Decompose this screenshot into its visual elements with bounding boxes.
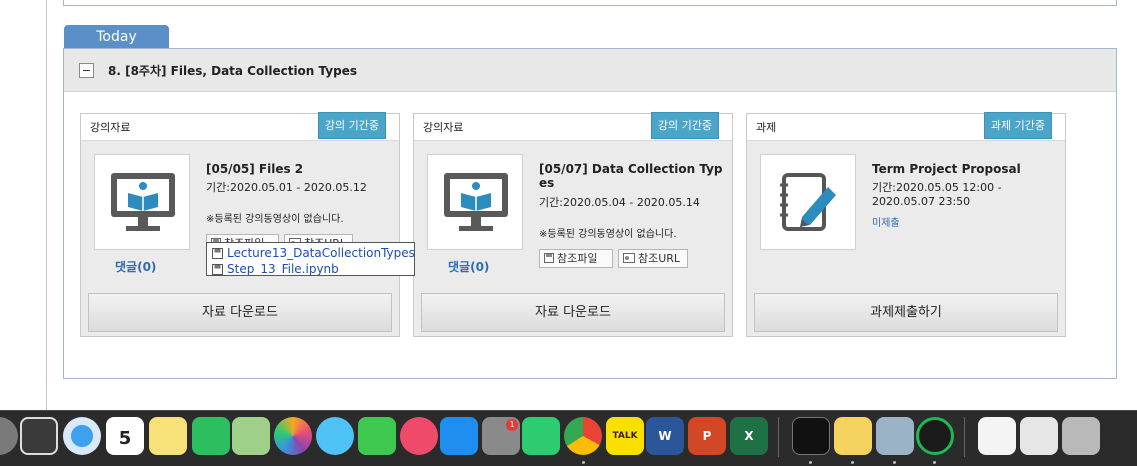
- no-video-note: ※등록된 강의동영상이 없습니다.: [206, 214, 344, 225]
- period-text: 기간:2020.05.04 - 2020.05.14: [539, 196, 700, 209]
- period-text: 기간:2020.05.05 12:00 - 2020.05.07 23:50: [872, 181, 1002, 208]
- dock-separator: [964, 417, 965, 457]
- word-icon[interactable]: W: [646, 417, 684, 455]
- lecture-thumbnail[interactable]: [427, 154, 523, 250]
- lecture-thumbnail[interactable]: [94, 154, 190, 250]
- period-text: 기간:2020.05.01 - 2020.05.12: [206, 181, 367, 194]
- talk-label: TALK: [612, 431, 638, 441]
- attachment-link[interactable]: Lecture13_DataCollectionTypes: [212, 246, 414, 262]
- comment-link[interactable]: 댓글(0): [115, 258, 156, 275]
- card-header: 강의자료 강의 기간중: [81, 112, 399, 141]
- file-icon: [212, 264, 223, 275]
- calendar-icon[interactable]: 5: [106, 417, 144, 455]
- card-title[interactable]: [05/05] Files 2: [206, 162, 392, 176]
- previous-week-panel-edge: [63, 0, 1117, 6]
- assignment-thumbnail[interactable]: [760, 154, 856, 250]
- calendar-day: 5: [118, 428, 132, 449]
- music-icon[interactable]: [400, 417, 438, 455]
- card-header: 과제 과제 기간중: [747, 112, 1065, 141]
- collapse-icon[interactable]: [79, 63, 94, 78]
- lecture-card-2: 강의자료 강의 기간중 댓글(0) [05/07] Data Collectio…: [413, 112, 733, 337]
- page-left-border: [46, 0, 47, 412]
- url-button[interactable]: 참조URL: [618, 249, 688, 268]
- attachment-name: Lecture13_DataCollectionTypes: [227, 246, 415, 260]
- link-card-icon: [623, 251, 635, 268]
- card-type-label: 강의자료: [423, 121, 464, 134]
- kakaotalk-icon[interactable]: TALK: [606, 417, 644, 455]
- activity-icon[interactable]: [916, 417, 954, 455]
- card-type-label: 강의자료: [90, 121, 131, 134]
- monitor-book-icon: [111, 173, 175, 231]
- attachment-popup: Lecture13_DataCollectionTypes Step_13_Fi…: [206, 242, 415, 276]
- downloads-stack-icon[interactable]: [978, 417, 1016, 455]
- powerpoint-icon[interactable]: P: [688, 417, 726, 455]
- week-header: 8. [8주차] Files, Data Collection Types: [64, 49, 1116, 92]
- week-title: 8. [8주차] Files, Data Collection Types: [108, 64, 357, 78]
- floppy-icon: [544, 251, 554, 268]
- card-header: 강의자료 강의 기간중: [414, 112, 732, 141]
- no-video-note: ※등록된 강의동영상이 없습니다.: [539, 229, 677, 240]
- url-button-label: 참조URL: [638, 252, 681, 265]
- running-indicator: [582, 461, 585, 464]
- notification-badge: 1: [506, 419, 518, 431]
- macos-dock: 5 1 TALK W P X: [0, 410, 1137, 466]
- python-icon[interactable]: [834, 417, 872, 455]
- running-indicator: [933, 461, 936, 464]
- running-indicator: [893, 461, 896, 464]
- download-button[interactable]: 자료 다운로드: [88, 293, 392, 332]
- file-button-label: 참조파일: [557, 252, 598, 265]
- evernote-icon[interactable]: [192, 417, 230, 455]
- terminal-icon[interactable]: [792, 417, 830, 455]
- attachment-name: Step_13_File.ipynb: [227, 262, 339, 276]
- dock-separator: [778, 417, 779, 457]
- photos-icon[interactable]: [274, 417, 312, 455]
- lecture-card-1: 강의자료 강의 기간중 댓글(0) [05/05] Files 2 기간:202…: [80, 112, 400, 337]
- submission-status: 미제출: [872, 218, 900, 229]
- maps-icon[interactable]: [232, 417, 270, 455]
- finder-icon[interactable]: [20, 417, 58, 455]
- file-icon: [212, 248, 223, 262]
- facetime-icon[interactable]: [358, 417, 396, 455]
- notepad-pencil-icon: [780, 173, 836, 231]
- running-indicator: [851, 461, 854, 464]
- preview-icon[interactable]: [876, 417, 914, 455]
- assignment-card: 과제 과제 기간중 Term Project Proposal 기간:2020.…: [746, 112, 1066, 337]
- comment-link[interactable]: 댓글(0): [448, 258, 489, 275]
- app-store-icon[interactable]: [440, 417, 478, 455]
- chrome-icon[interactable]: [564, 417, 602, 455]
- file-button[interactable]: 참조파일: [539, 249, 613, 268]
- status-badge: 강의 기간중: [650, 112, 719, 139]
- excel-icon[interactable]: X: [730, 417, 768, 455]
- submit-assignment-button[interactable]: 과제제출하기: [754, 293, 1058, 332]
- card-title[interactable]: Term Project Proposal: [872, 162, 1058, 176]
- trash-icon[interactable]: [1062, 417, 1100, 455]
- documents-stack-icon[interactable]: [1020, 417, 1058, 455]
- card-title[interactable]: [05/07] Data Collection Types: [539, 162, 725, 190]
- messages-icon[interactable]: [316, 417, 354, 455]
- safari-icon[interactable]: [63, 417, 101, 455]
- tab-today[interactable]: Today: [64, 25, 169, 49]
- notes-icon[interactable]: [149, 417, 187, 455]
- status-badge: 강의 기간중: [317, 112, 386, 139]
- attachment-link[interactable]: Step_13_File.ipynb: [212, 262, 414, 276]
- download-button[interactable]: 자료 다운로드: [421, 293, 725, 332]
- launchpad-icon[interactable]: [0, 417, 18, 455]
- kakao-icon[interactable]: [522, 417, 560, 455]
- card-type-label: 과제: [756, 121, 777, 134]
- running-indicator: [809, 461, 812, 464]
- status-badge: 과제 기간중: [983, 112, 1052, 139]
- monitor-book-icon: [444, 173, 508, 231]
